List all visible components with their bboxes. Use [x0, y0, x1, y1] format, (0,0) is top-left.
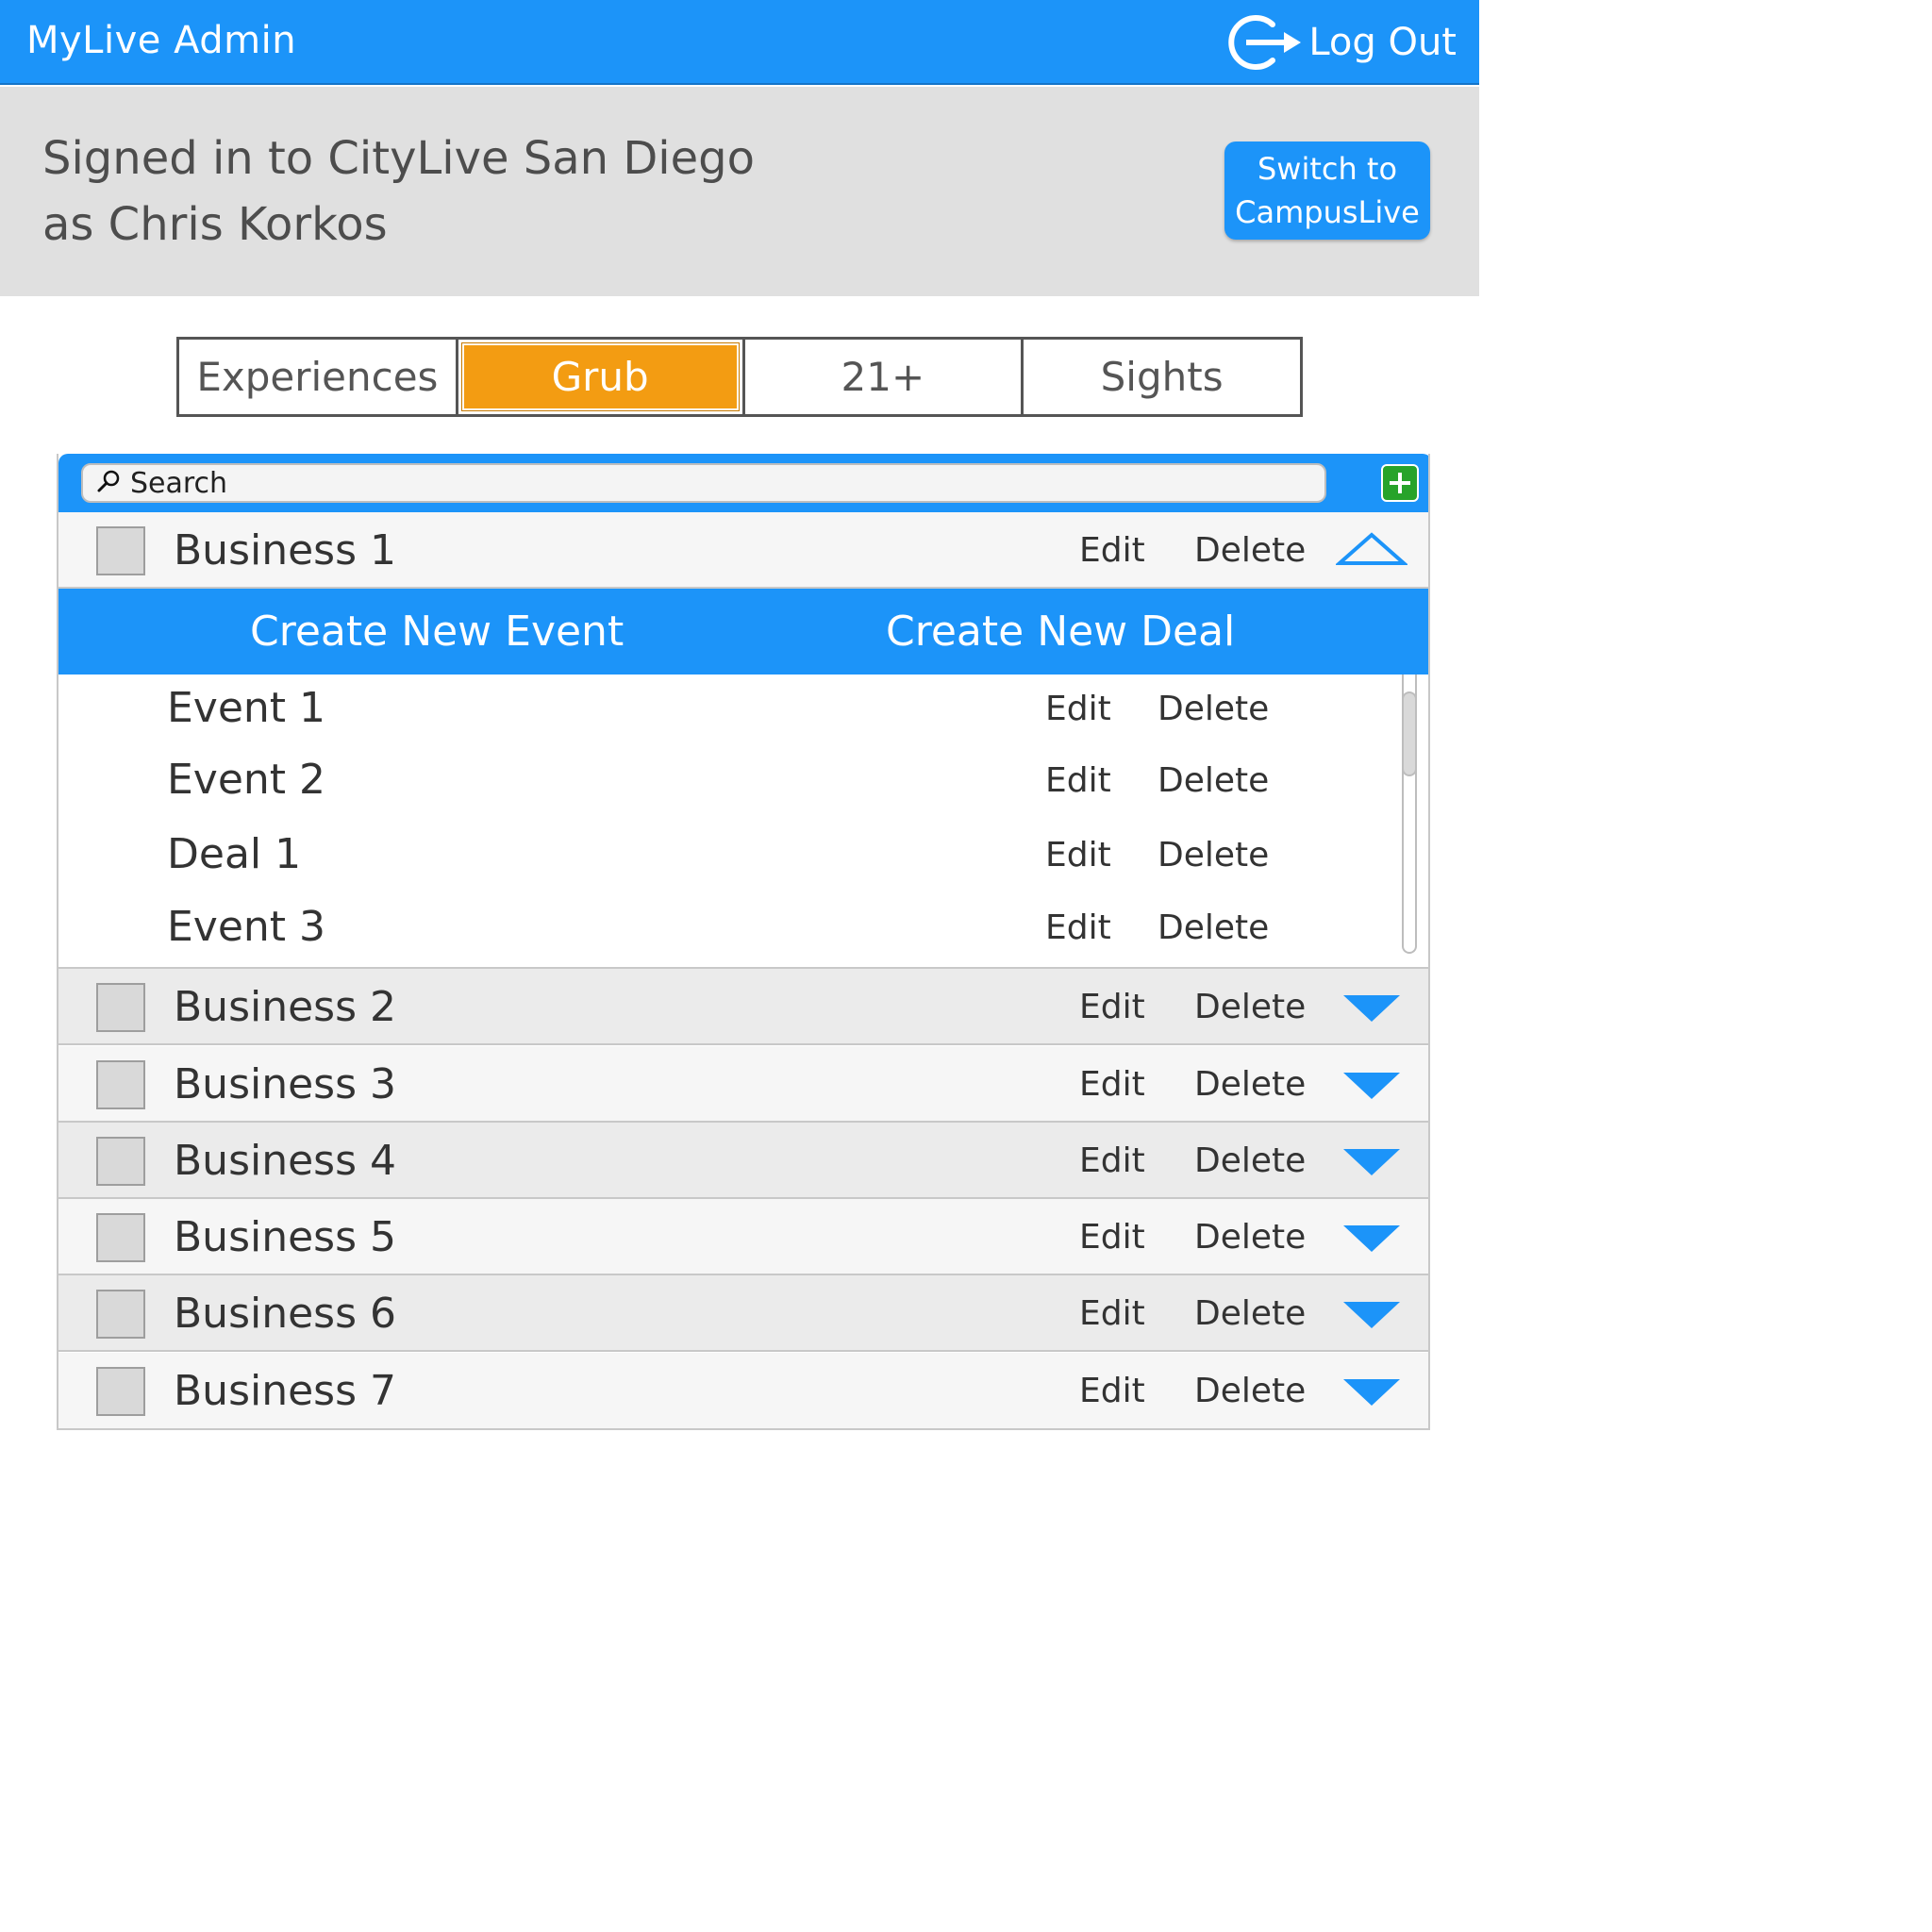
category-tabs: Experiences Grub 21+ Sights — [176, 337, 1303, 417]
edit-button[interactable]: Edit — [1079, 1218, 1145, 1257]
switch-button-line1: Switch to — [1257, 151, 1398, 187]
switch-to-campuslive-button[interactable]: Switch to CampusLive — [1224, 142, 1430, 240]
business-row-1[interactable]: Business 1 Edit Delete — [58, 512, 1428, 589]
triangle-down-icon[interactable] — [1336, 988, 1407, 1025]
business-row-6[interactable]: Business 6 Edit Delete — [58, 1275, 1428, 1352]
business-row-5[interactable]: Business 5 Edit Delete — [58, 1199, 1428, 1275]
tab-21-plus[interactable]: 21+ — [745, 340, 1024, 414]
delete-button[interactable]: Delete — [1158, 908, 1269, 947]
row-checkbox[interactable] — [96, 1213, 145, 1262]
item-name: Deal 1 — [167, 830, 302, 878]
tab-label: Sights — [1100, 354, 1224, 400]
business-items-list: Event 1 Edit Delete Event 2 Edit Delete … — [58, 675, 1428, 969]
add-business-button[interactable] — [1381, 464, 1419, 502]
row-checkbox[interactable] — [96, 1060, 145, 1109]
row-checkbox[interactable] — [96, 1290, 145, 1339]
edit-button[interactable]: Edit — [1079, 1372, 1145, 1410]
tab-label: Grub — [551, 354, 649, 400]
chevron-up-outline-icon[interactable] — [1334, 531, 1409, 569]
logout-label: Log Out — [1308, 21, 1457, 64]
edit-button[interactable]: Edit — [1079, 531, 1145, 570]
create-actions-bar: Create New Event Create New Deal — [58, 589, 1428, 675]
triangle-down-icon[interactable] — [1336, 1065, 1407, 1103]
search-input[interactable]: Search — [81, 463, 1326, 503]
edit-button[interactable]: Edit — [1045, 836, 1111, 874]
business-name: Business 1 — [174, 526, 397, 575]
delete-button[interactable]: Delete — [1194, 1372, 1306, 1410]
edit-button[interactable]: Edit — [1079, 988, 1145, 1026]
triangle-down-icon[interactable] — [1336, 1372, 1407, 1409]
top-bar: MyLive Admin Log Out — [0, 0, 1479, 85]
tab-label: Experiences — [196, 354, 439, 400]
edit-button[interactable]: Edit — [1079, 1294, 1145, 1333]
delete-button[interactable]: Delete — [1158, 690, 1269, 728]
logout-arrow-icon — [1224, 11, 1303, 74]
delete-button[interactable]: Delete — [1158, 761, 1269, 800]
list-item[interactable]: Event 3 Edit Delete — [58, 893, 1398, 965]
create-new-deal-button[interactable]: Create New Deal — [886, 608, 1235, 656]
search-placeholder: Search — [130, 466, 228, 500]
tab-active-fill: Grub — [460, 342, 740, 411]
delete-button[interactable]: Delete — [1158, 836, 1269, 874]
item-name: Event 2 — [167, 756, 326, 804]
edit-button[interactable]: Edit — [1079, 1141, 1145, 1180]
business-name: Business 6 — [174, 1290, 397, 1338]
delete-button[interactable]: Delete — [1194, 1065, 1306, 1104]
triangle-down-icon[interactable] — [1336, 1218, 1407, 1256]
row-checkbox[interactable] — [96, 1137, 145, 1186]
signin-panel: Signed in to CityLive San Diego as Chris… — [0, 87, 1479, 296]
search-bar: Search — [58, 454, 1428, 512]
triangle-down-icon[interactable] — [1336, 1294, 1407, 1332]
edit-button[interactable]: Edit — [1079, 1065, 1145, 1104]
business-row-7[interactable]: Business 7 Edit Delete — [58, 1353, 1428, 1428]
signin-line-org: Signed in to CityLive San Diego — [42, 132, 755, 185]
delete-button[interactable]: Delete — [1194, 1218, 1306, 1257]
triangle-down-icon[interactable] — [1336, 1141, 1407, 1179]
app-title: MyLive Admin — [26, 19, 297, 62]
delete-button[interactable]: Delete — [1194, 1294, 1306, 1333]
business-name: Business 7 — [174, 1367, 397, 1415]
row-checkbox[interactable] — [96, 1367, 145, 1416]
item-name: Event 3 — [167, 903, 326, 951]
tab-label: 21+ — [841, 354, 925, 400]
row-checkbox[interactable] — [96, 526, 145, 575]
edit-button[interactable]: Edit — [1045, 690, 1111, 728]
delete-button[interactable]: Delete — [1194, 531, 1306, 570]
business-row-3[interactable]: Business 3 Edit Delete — [58, 1046, 1428, 1123]
item-name: Event 1 — [167, 684, 326, 732]
business-row-4[interactable]: Business 4 Edit Delete — [58, 1123, 1428, 1199]
logout-button[interactable]: Log Out — [1224, 11, 1457, 74]
tab-sights[interactable]: Sights — [1024, 340, 1300, 414]
list-item[interactable]: Event 1 Edit Delete — [58, 675, 1398, 746]
switch-button-line2: CampusLive — [1235, 194, 1420, 230]
business-name: Business 5 — [174, 1213, 397, 1261]
delete-button[interactable]: Delete — [1194, 988, 1306, 1026]
business-name: Business 3 — [174, 1060, 397, 1108]
create-new-event-button[interactable]: Create New Event — [250, 608, 624, 656]
magnifier-icon — [83, 469, 121, 497]
list-item[interactable]: Event 2 Edit Delete — [58, 746, 1398, 818]
tab-grub[interactable]: Grub — [458, 340, 745, 414]
business-name: Business 2 — [174, 983, 397, 1031]
tab-experiences[interactable]: Experiences — [179, 340, 458, 414]
scrollbar-thumb[interactable] — [1402, 691, 1417, 776]
signin-line-user: as Chris Korkos — [42, 198, 388, 251]
edit-button[interactable]: Edit — [1045, 761, 1111, 800]
business-name: Business 4 — [174, 1137, 397, 1185]
business-list: Search Business 1 Edit Delete Create New… — [57, 454, 1430, 1430]
edit-button[interactable]: Edit — [1045, 908, 1111, 947]
row-checkbox[interactable] — [96, 983, 145, 1032]
list-item[interactable]: Deal 1 Edit Delete — [58, 821, 1398, 892]
business-row-2[interactable]: Business 2 Edit Delete — [58, 969, 1428, 1045]
delete-button[interactable]: Delete — [1194, 1141, 1306, 1180]
